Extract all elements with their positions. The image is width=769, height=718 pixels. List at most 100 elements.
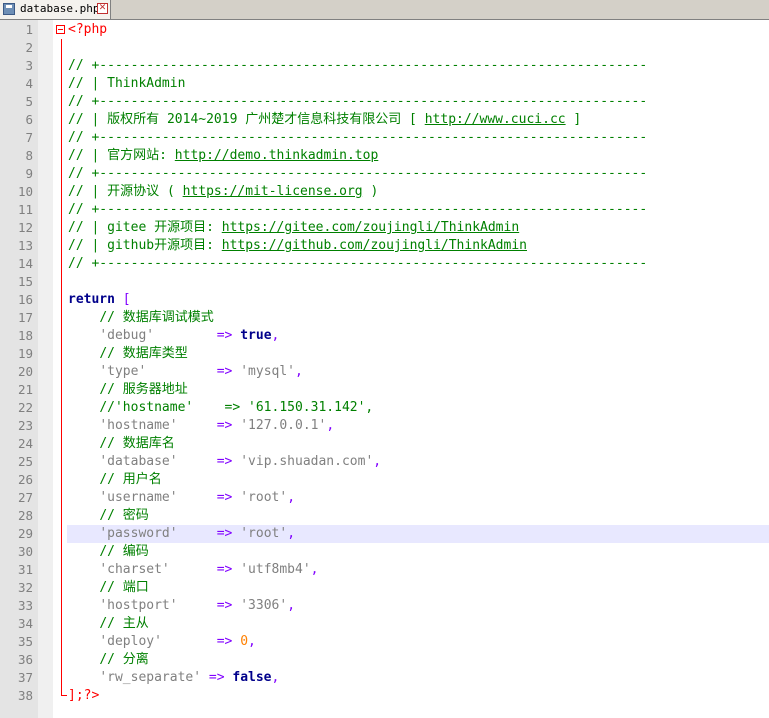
line-number: 37 (17, 670, 33, 685)
code-line[interactable]: 2 (0, 39, 769, 57)
arrow-operator: => (208, 670, 225, 685)
code-line[interactable]: 25 'database' => 'vip.shuadan.com', (0, 453, 769, 471)
comma: , (271, 670, 280, 685)
line-number: 12 (17, 220, 33, 235)
code-line[interactable]: 38];?> (0, 687, 769, 705)
line-number: 28 (17, 508, 33, 523)
code-line[interactable]: 13 // | github开源项目: https://github.com/zo… (0, 237, 769, 255)
arrow-operator: => (216, 526, 233, 541)
arrow-operator: => (216, 634, 233, 649)
code-line[interactable]: 1 <?php (0, 21, 769, 39)
code-line[interactable]: 22 //'hostname' => '61.150.31.142', (0, 399, 769, 417)
arrow-operator: => (216, 418, 233, 433)
code-lines: 1 <?php 2 3 // +--------------------------… (0, 21, 769, 705)
site-link[interactable]: http://demo.thinkadmin.top (175, 148, 379, 163)
code-line[interactable]: 31 'charset' => 'utf8mb4', (0, 561, 769, 579)
array-key: 'username' (99, 490, 178, 505)
code-line[interactable]: 26 // 用户名 (0, 471, 769, 489)
line-number: 8 (25, 148, 33, 163)
return-keyword: return (68, 292, 115, 307)
code-line[interactable]: 11 // +----------------------------------… (0, 201, 769, 219)
code-line[interactable]: 34 // 主从 (0, 615, 769, 633)
code-line[interactable]: 10 // | 开源协议 ( https://mit-license.org ) (0, 183, 769, 201)
comma: , (295, 364, 303, 379)
comma: , (310, 562, 319, 577)
copyright-link[interactable]: http://www.cuci.cc (425, 112, 566, 127)
code-line[interactable]: 30 // 编码 (0, 543, 769, 561)
code-line[interactable]: 37 'rw_separate' => false, (0, 669, 769, 687)
array-key: 'debug' (99, 328, 155, 343)
code-line[interactable]: 14 // +----------------------------------… (0, 255, 769, 273)
comment: // 密码 (99, 508, 149, 523)
comma: , (271, 328, 280, 343)
code-line[interactable]: 18 'debug' => true, (0, 327, 769, 345)
code-line[interactable]: 15 (0, 273, 769, 291)
code-line[interactable]: 32 // 端口 (0, 579, 769, 597)
line-number: 30 (17, 544, 33, 559)
comment-copyright: // | 版权所有 2014~2019 广州楚才信息科技有限公司 [ (68, 112, 425, 127)
github-link[interactable]: https://github.com/zoujingli/ThinkAdmin (222, 238, 527, 253)
line-number: 32 (17, 580, 33, 595)
line-number: 11 (17, 202, 33, 217)
code-line[interactable]: 33 'hostport' => '3306', (0, 597, 769, 615)
array-key: 'hostport' (99, 598, 178, 613)
line-number: 24 (17, 436, 33, 451)
line-number: 14 (17, 256, 33, 271)
code-line[interactable]: 17 // 数据库调试模式 (0, 309, 769, 327)
string-value: '3306' (240, 598, 288, 613)
code-line[interactable]: 19 // 数据库类型 (0, 345, 769, 363)
comment-gitee: // | gitee 开源项目: (68, 220, 222, 235)
arrow-operator: => (216, 364, 233, 379)
comment-rule: // +------------------------------------… (68, 58, 648, 73)
code-line[interactable]: 20 'type' => 'mysql', (0, 363, 769, 381)
code-line[interactable]: 6 // | 版权所有 2014~2019 广州楚才信息科技有限公司 [ http… (0, 111, 769, 129)
code-line[interactable]: 4 // | ThinkAdmin (0, 75, 769, 93)
code-line[interactable]: 5 // +-----------------------------------… (0, 93, 769, 111)
line-number: 15 (17, 274, 33, 289)
close-tab-icon[interactable]: ✕ (97, 3, 108, 14)
array-key: 'charset' (99, 562, 170, 577)
code-line[interactable]: 27 'username' => 'root', (0, 489, 769, 507)
code-editor[interactable]: 1 <?php 2 3 // +--------------------------… (0, 20, 769, 718)
line-number: 29 (17, 526, 33, 541)
comment-license: // | 开源协议 ( (68, 184, 183, 199)
line-number: 16 (17, 292, 33, 307)
comment: // 分离 (99, 652, 149, 667)
comment-rule: // +------------------------------------… (68, 256, 648, 271)
comment-site: // | 官方网站: (68, 148, 175, 163)
line-number: 4 (25, 76, 33, 91)
string-value: 'root' (240, 526, 288, 541)
code-line[interactable]: 16 return [ (0, 291, 769, 309)
number-value: 0 (240, 634, 249, 649)
code-line[interactable]: 7 // +-----------------------------------… (0, 129, 769, 147)
code-line[interactable]: 36 // 分离 (0, 651, 769, 669)
comma: , (373, 454, 382, 469)
line-number: 26 (17, 472, 33, 487)
gitee-link[interactable]: https://gitee.com/zoujingli/ThinkAdmin (222, 220, 519, 235)
comment: // 用户名 (99, 472, 162, 487)
comment-bracket: ] (565, 112, 582, 127)
code-line[interactable]: 23 'hostname' => '127.0.0.1', (0, 417, 769, 435)
tab-database-php[interactable]: database.php ✕ (0, 0, 111, 19)
array-key: 'database' (99, 454, 178, 469)
license-link[interactable]: https://mit-license.org (183, 184, 363, 199)
line-number: 1 (25, 22, 33, 37)
code-line[interactable]: 35 'deploy' => 0, (0, 633, 769, 651)
line-number: 17 (17, 310, 33, 325)
code-line[interactable]: 24 // 数据库名 (0, 435, 769, 453)
code-line[interactable]: 28 // 密码 (0, 507, 769, 525)
line-number: 9 (25, 166, 33, 181)
comma: , (287, 526, 296, 541)
string-value: 'mysql' (240, 364, 296, 379)
code-line[interactable]: 21 // 服务器地址 (0, 381, 769, 399)
line-number: 10 (17, 184, 33, 199)
comment-rule: // +------------------------------------… (68, 130, 648, 145)
line-number: 36 (17, 652, 33, 667)
comment-rule: // +------------------------------------… (68, 166, 648, 181)
arrow-operator: => (216, 598, 233, 613)
code-line[interactable]: 3 // +-----------------------------------… (0, 57, 769, 75)
code-line[interactable]: 12 // | gitee 开源项目: https://gitee.com/zou… (0, 219, 769, 237)
current-code-line[interactable]: 29 'password' => 'root', (0, 525, 769, 543)
code-line[interactable]: 9 // +-----------------------------------… (0, 165, 769, 183)
code-line[interactable]: 8 // | 官方网站: http://demo.thinkadmin.top (0, 147, 769, 165)
